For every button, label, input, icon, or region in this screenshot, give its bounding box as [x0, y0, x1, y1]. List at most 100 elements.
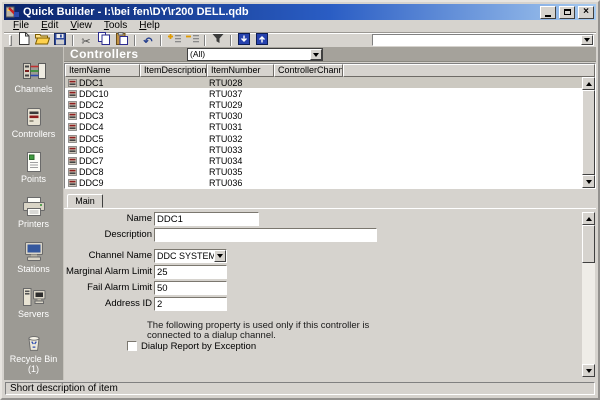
sidebar-item-label: Channels [14, 84, 52, 94]
table-row[interactable]: DDC10RTU037 [65, 88, 582, 99]
table-row[interactable]: DDC4RTU031 [65, 122, 582, 133]
open-folder-button[interactable] [33, 34, 51, 47]
menu-view[interactable]: View [64, 20, 98, 32]
chevron-down-icon[interactable] [214, 250, 226, 262]
remove-item-button[interactable] [183, 34, 201, 47]
undo-icon: ↶ [143, 33, 152, 48]
scroll-down-icon[interactable] [582, 364, 595, 377]
table-row[interactable]: DDC5RTU032 [65, 133, 582, 144]
sidebar-item-controllers[interactable]: Controllers [4, 105, 63, 150]
cut-button[interactable]: ✂ [77, 34, 95, 47]
fail-alarm-limit-field[interactable] [154, 281, 227, 295]
controller-item-icon [68, 112, 77, 120]
fail-alarm-limit-label: Fail Alarm Limit [64, 281, 152, 295]
scroll-down-icon[interactable] [582, 175, 595, 188]
cell-itemname: DDC7 [65, 156, 140, 166]
controller-item-icon [68, 101, 77, 109]
menu-tools[interactable]: Tools [98, 20, 133, 32]
form-scrollbar-thumb[interactable] [582, 225, 595, 263]
table-body: DDC1RTU028DDC10RTU037DDC2RTU029DDC3RTU03… [65, 77, 582, 188]
description-field[interactable] [154, 228, 377, 242]
controller-item-icon [68, 179, 77, 187]
column-header-controllerchann[interactable]: ControllerChann... [274, 64, 343, 77]
column-header-itemname[interactable]: ItemName [65, 64, 140, 77]
item-name-text: DDC3 [79, 111, 104, 121]
paste-icon [116, 32, 128, 48]
sidebar-item-printers[interactable]: Printers [4, 195, 63, 240]
form-row-address-id: Address ID [64, 297, 580, 311]
table-row[interactable]: DDC6RTU033 [65, 144, 582, 155]
download-icon [238, 33, 250, 48]
table-row[interactable]: DDC3RTU030 [65, 111, 582, 122]
sidebar-item-points[interactable]: Points [4, 150, 63, 195]
table-row[interactable]: DDC7RTU034 [65, 155, 582, 166]
new-document-button[interactable] [15, 34, 33, 47]
table-header: ItemNameItemDescriptionItemNumberControl… [65, 64, 595, 77]
add-item-icon [167, 33, 182, 48]
marginal-alarm-limit-field[interactable] [154, 265, 227, 279]
column-header-itemdescription[interactable]: ItemDescription [140, 64, 207, 77]
form-scrollbar[interactable] [582, 212, 595, 377]
scroll-up-icon[interactable] [582, 77, 595, 90]
filter-value: (All) [188, 49, 310, 60]
sidebar-item-stations[interactable]: Stations [4, 240, 63, 285]
maximize-button[interactable] [559, 6, 575, 19]
sidebar-item-servers[interactable]: Servers [4, 285, 63, 330]
table-row[interactable]: DDC2RTU029 [65, 99, 582, 110]
name-field[interactable] [154, 212, 259, 226]
sidebar-item-recycle-bin[interactable]: Recycle Bin(1) [4, 330, 63, 375]
toolbar-separator [160, 35, 162, 46]
sidebar-item-label: Recycle Bin [10, 354, 58, 364]
menu-help[interactable]: Help [133, 20, 166, 32]
download-button[interactable] [235, 34, 253, 47]
table-row[interactable]: DDC8RTU035 [65, 167, 582, 178]
title-bar: Quick Builder - I:\bei fen\DY\r200 DELL.… [4, 4, 596, 20]
cell-itemnumber: RTU037 [207, 89, 274, 99]
sidebar: Channels ControllersPointsPrintersStation… [4, 47, 64, 380]
cell-itemnumber: RTU032 [207, 134, 274, 144]
menu-file[interactable]: File [7, 20, 35, 32]
quick-builder-window: Quick Builder - I:\bei fen\DY\r200 DELL.… [0, 0, 600, 400]
column-header-itemnumber[interactable]: ItemNumber [207, 64, 274, 77]
filter-button[interactable] [209, 34, 227, 47]
add-item-button[interactable] [165, 34, 183, 47]
save-button[interactable] [51, 34, 69, 47]
window-title: Quick Builder - I:\bei fen\DY\r200 DELL.… [23, 4, 537, 20]
chevron-down-icon[interactable] [581, 35, 593, 45]
channel-name-select[interactable]: DDC SYSTEM [154, 249, 227, 263]
table-scrollbar[interactable] [582, 77, 595, 188]
paste-button[interactable] [113, 34, 131, 47]
menu-edit[interactable]: Edit [35, 20, 64, 32]
toolbar-combobox[interactable] [372, 34, 594, 46]
table-row[interactable]: DDC1RTU028 [65, 77, 582, 88]
channel-name-label: Channel Name [64, 249, 152, 263]
minimize-button[interactable] [540, 6, 556, 19]
servers-icon [21, 285, 47, 309]
main-area: Controllers (All) ItemNameItemDescriptio… [64, 47, 596, 380]
copy-button[interactable] [95, 34, 113, 47]
address-id-field[interactable] [154, 297, 227, 311]
undo-button[interactable]: ↶ [139, 34, 157, 47]
item-name-text: DDC2 [79, 100, 104, 110]
form-row-fail-alarm-limit: Fail Alarm Limit [64, 281, 580, 295]
sidebar-item-channels[interactable]: Channels [4, 60, 63, 105]
channels-icon [21, 60, 47, 84]
cell-itemnumber: RTU031 [207, 122, 274, 132]
table-scrollbar-thumb[interactable] [582, 90, 595, 175]
scroll-up-icon[interactable] [582, 212, 595, 225]
minimize-icon [545, 15, 551, 17]
sidebar-item-badge: (1) [28, 364, 39, 374]
dialup-note-line2: connected to a dialup channel. [147, 331, 276, 341]
upload-button[interactable] [253, 34, 271, 47]
chevron-down-icon[interactable] [310, 49, 322, 60]
toolbar-separator [230, 35, 232, 46]
tab-main[interactable]: Main [67, 194, 103, 208]
controllers-table: ItemNameItemDescriptionItemNumberControl… [64, 63, 596, 189]
controller-item-icon [68, 123, 77, 131]
column-header-filler [343, 64, 595, 77]
table-row[interactable]: DDC9RTU036 [65, 178, 582, 188]
cell-itemname: DDC9 [65, 178, 140, 188]
close-button[interactable]: × [578, 6, 594, 19]
filter-dropdown[interactable]: (All) [187, 48, 323, 61]
dialup-report-checkbox[interactable] [127, 341, 137, 351]
